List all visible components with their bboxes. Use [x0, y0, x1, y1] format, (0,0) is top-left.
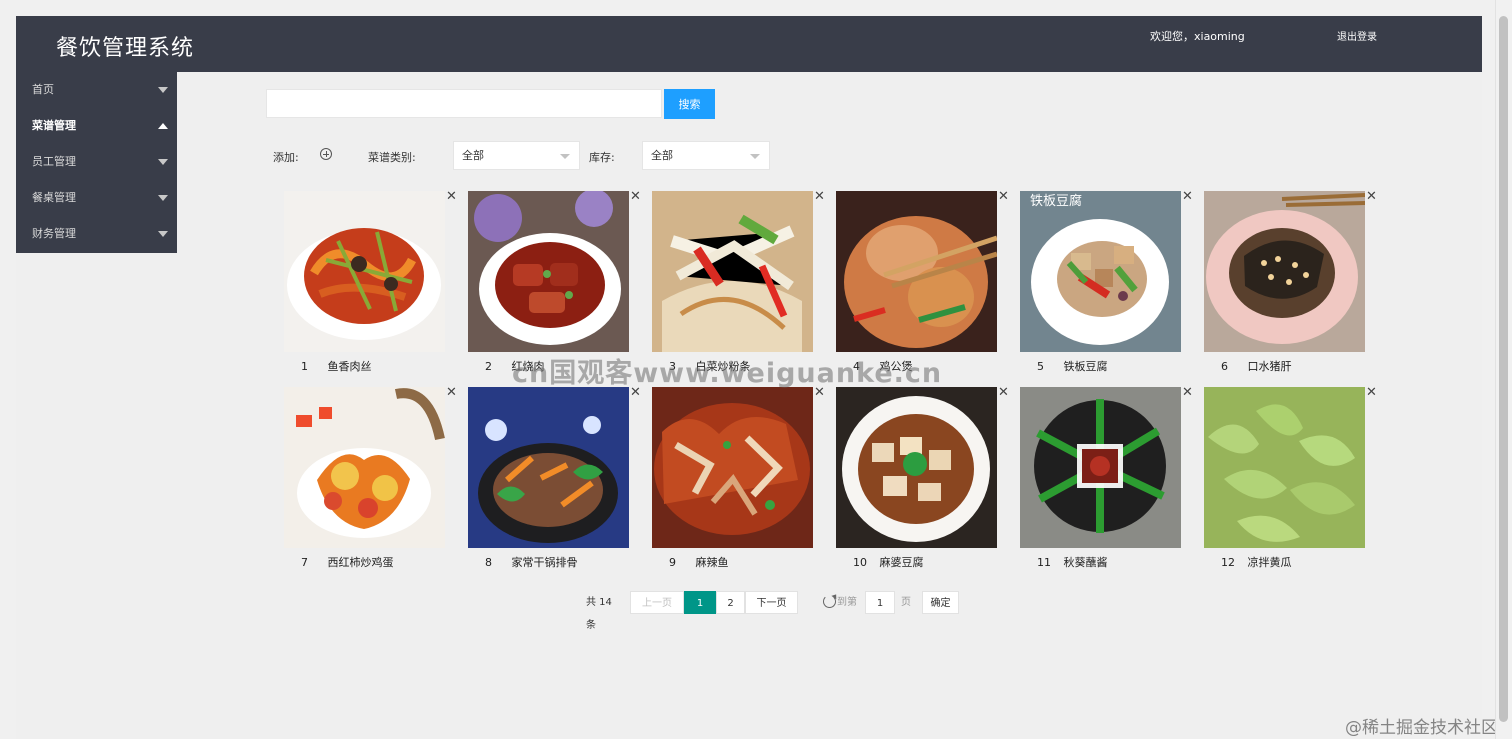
category-select[interactable]: 全部	[453, 141, 580, 170]
dish-photo[interactable]: 铁板豆腐	[1020, 191, 1181, 352]
sidebar-item-tables[interactable]: 餐桌管理	[16, 180, 177, 216]
svg-text:铁板豆腐: 铁板豆腐	[1030, 194, 1082, 209]
sidebar-item-label: 员工管理	[32, 155, 76, 168]
dish-photo[interactable]	[836, 387, 997, 548]
dish-number: 7	[301, 556, 308, 569]
dish-name: 口水猪肝	[1247, 360, 1292, 373]
category-label: 菜谱类别:	[368, 151, 416, 164]
dish-photo[interactable]	[652, 387, 813, 548]
chevron-up-icon	[158, 123, 168, 129]
delete-icon[interactable]: ✕	[446, 190, 457, 203]
category-select-value: 全部	[462, 149, 484, 162]
watermark: cn国观客www.weiguanke.cn	[512, 358, 943, 389]
search-button[interactable]: 搜索	[664, 89, 715, 119]
next-page-button[interactable]: 下一页	[745, 591, 798, 614]
watermark-corner: @稀土掘金技术社区	[1345, 718, 1498, 738]
welcome-text: 欢迎您，xiaoming	[1150, 30, 1245, 43]
dish-card: 铁板豆腐 ✕ 5 铁板豆腐	[1020, 190, 1195, 381]
dish-photo[interactable]	[284, 191, 445, 352]
dish-name: 家常干锅排骨	[511, 556, 578, 569]
dish-number: 1	[301, 360, 308, 373]
sidebar-item-staff[interactable]: 员工管理	[16, 144, 177, 180]
vertical-scrollbar[interactable]	[1495, 0, 1512, 739]
stock-select[interactable]: 全部	[642, 141, 770, 170]
chevron-down-icon	[158, 159, 168, 165]
dish-name: 西红柿炒鸡蛋	[327, 556, 394, 569]
dish-name: 秋葵蘸酱	[1063, 556, 1108, 569]
dish-number: 9	[669, 556, 676, 569]
delete-icon[interactable]: ✕	[1182, 190, 1193, 203]
page-jump-input[interactable]: 1	[865, 591, 895, 614]
dish-card: ✕ 12 凉拌黄瓜	[1204, 386, 1379, 577]
dish-card: ✕ 10 麻婆豆腐	[836, 386, 1011, 577]
add-circle-icon[interactable]	[320, 148, 332, 160]
confirm-page-button[interactable]: 确定	[922, 591, 959, 614]
dish-name: 麻婆豆腐	[879, 556, 924, 569]
dish-name: 鱼香肉丝	[327, 360, 372, 373]
delete-icon[interactable]: ✕	[814, 190, 825, 203]
dish-card: ✕ 6 口水猪肝	[1204, 190, 1379, 381]
dish-photo[interactable]	[468, 387, 629, 548]
sidebar-item-label: 首页	[32, 83, 54, 96]
dish-photo[interactable]	[836, 191, 997, 352]
caret-down-icon	[750, 154, 760, 159]
dish-name: 麻辣鱼	[695, 556, 729, 569]
page-1-button[interactable]: 1	[684, 591, 716, 614]
caret-down-icon	[560, 154, 570, 159]
dish-photo[interactable]	[1020, 387, 1181, 548]
dish-card: ✕ 1 鱼香肉丝	[284, 190, 459, 381]
delete-icon[interactable]: ✕	[446, 386, 457, 399]
dish-number: 10	[853, 556, 867, 569]
dish-card: ✕ 8 家常干锅排骨	[468, 386, 643, 577]
refresh-icon[interactable]	[823, 595, 836, 608]
sidebar-item-label: 财务管理	[32, 227, 76, 240]
sidebar-item-recipes[interactable]: 菜谱管理	[16, 108, 177, 144]
dish-photo[interactable]	[1204, 191, 1365, 352]
goto-prefix: 到第	[837, 597, 857, 608]
total-count: 共 14 条	[586, 597, 612, 631]
dish-number: 6	[1221, 360, 1228, 373]
sidebar-item-label: 菜谱管理	[32, 119, 76, 132]
stock-label: 库存:	[589, 151, 615, 164]
app-title: 餐饮管理系统	[56, 36, 195, 61]
sidebar-item-home[interactable]: 首页	[16, 72, 177, 108]
dish-photo[interactable]	[468, 191, 629, 352]
dish-name: 凉拌黄瓜	[1247, 556, 1292, 569]
dish-number: 12	[1221, 556, 1235, 569]
app-window: 餐饮管理系统 欢迎您，xiaoming 退出登录 首页 菜谱管理 员工管理 餐桌…	[16, 16, 1498, 739]
previous-page-button[interactable]: 上一页	[630, 591, 684, 614]
dish-card: ✕ 9 麻辣鱼	[652, 386, 827, 577]
delete-icon[interactable]: ✕	[630, 190, 641, 203]
chevron-down-icon	[158, 195, 168, 201]
delete-icon[interactable]: ✕	[998, 386, 1009, 399]
delete-icon[interactable]: ✕	[1366, 190, 1377, 203]
add-label: 添加:	[273, 151, 299, 164]
sidebar-item-label: 餐桌管理	[32, 191, 76, 204]
dish-number: 5	[1037, 360, 1044, 373]
chevron-down-icon	[158, 231, 168, 237]
dish-card: ✕ 11 秋葵蘸酱	[1020, 386, 1195, 577]
sidebar-nav: 首页 菜谱管理 员工管理 餐桌管理 财务管理	[16, 72, 177, 253]
dish-number: 11	[1037, 556, 1051, 569]
delete-icon[interactable]: ✕	[1366, 386, 1377, 399]
dish-number: 8	[485, 556, 492, 569]
dish-name: 铁板豆腐	[1063, 360, 1108, 373]
dish-photo[interactable]	[284, 387, 445, 548]
page-2-button[interactable]: 2	[716, 591, 745, 614]
dish-card: ✕ 7 西红柿炒鸡蛋	[284, 386, 459, 577]
delete-icon[interactable]: ✕	[1182, 386, 1193, 399]
stock-select-value: 全部	[651, 149, 673, 162]
dish-number: 2	[485, 360, 492, 373]
goto-suffix: 页	[901, 597, 911, 608]
dish-photo[interactable]	[652, 191, 813, 352]
chevron-down-icon	[158, 87, 168, 93]
scrollbar-thumb[interactable]	[1499, 16, 1508, 722]
sidebar-item-finance[interactable]: 财务管理	[16, 216, 177, 252]
delete-icon[interactable]: ✕	[998, 190, 1009, 203]
top-header: 餐饮管理系统 欢迎您，xiaoming 退出登录	[16, 16, 1482, 72]
dish-photo[interactable]	[1204, 387, 1365, 548]
search-input[interactable]	[266, 89, 662, 118]
logout-link[interactable]: 退出登录	[1337, 28, 1377, 43]
